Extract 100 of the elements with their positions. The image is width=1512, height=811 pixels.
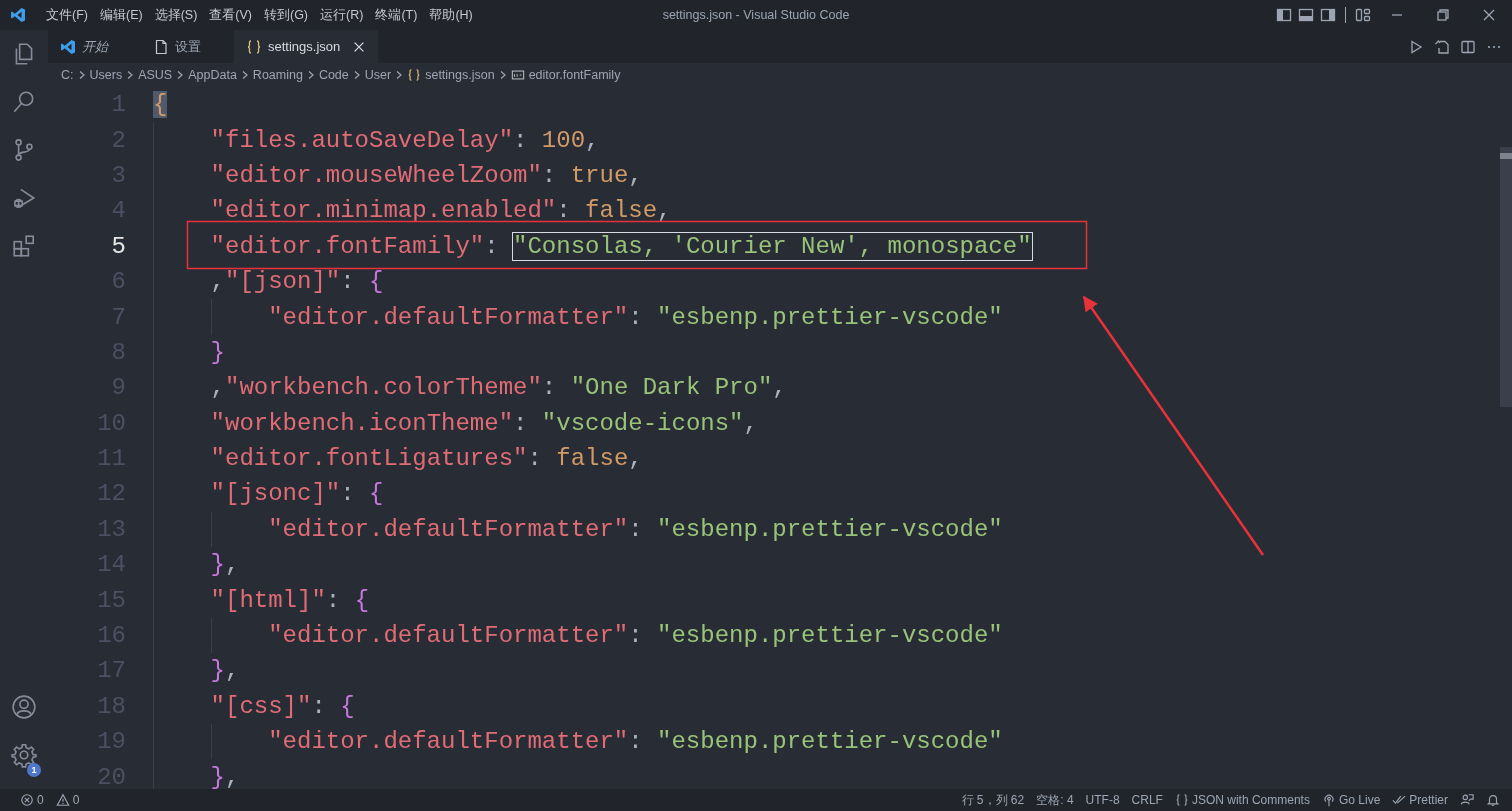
sidebar-toggle-icon[interactable] <box>1276 7 1292 23</box>
menu-item[interactable]: 文件(F) <box>40 6 94 24</box>
code-key: "workbench.colorTheme" <box>225 374 542 402</box>
menu-item[interactable]: 运行(R) <box>314 6 370 24</box>
close-icon[interactable] <box>1481 7 1497 23</box>
code-key: "editor.fontFamily" <box>210 232 485 260</box>
braces-icon[interactable] <box>1174 793 1189 807</box>
status-item[interactable]: JSON with Comments <box>1168 793 1316 807</box>
code-key: "editor.fontLigatures" <box>210 445 528 473</box>
settings-icon[interactable] <box>11 742 37 768</box>
code-value: "vscode-icons" <box>541 409 744 437</box>
brace: } <box>210 763 225 789</box>
punctuation: : <box>340 480 356 508</box>
logo-icon[interactable] <box>10 7 26 23</box>
string-symbol-icon <box>510 68 525 82</box>
double-check-icon[interactable] <box>1392 793 1407 807</box>
punctuation: , <box>225 763 240 789</box>
status-item[interactable]: 行 5，列 62 <box>955 791 1031 809</box>
breadcrumb-item[interactable]: Users <box>89 68 123 82</box>
error-icon[interactable] <box>20 793 34 807</box>
menu-item[interactable]: 转到(G) <box>258 6 315 24</box>
brace: { <box>369 480 384 508</box>
status-item[interactable]: CRLF <box>1125 793 1169 807</box>
code-value: false <box>556 445 629 473</box>
sidebar-toggle-icon[interactable] <box>1320 7 1336 23</box>
breadcrumb-item[interactable]: settings.json <box>425 68 495 82</box>
panel-toggle-icon[interactable] <box>1298 7 1314 23</box>
scrollbar-thumb[interactable] <box>1500 147 1512 407</box>
account-icon[interactable] <box>11 694 37 720</box>
code-key: "[html]" <box>210 586 326 614</box>
breadcrumb-item[interactable]: C: <box>61 68 74 82</box>
code-key: "editor.mouseWheelZoom" <box>210 161 542 189</box>
punctuation: : <box>556 197 572 225</box>
brace: { <box>153 91 168 119</box>
brace: } <box>210 338 225 366</box>
window-title: settings.json - Visual Studio Code <box>662 8 850 22</box>
menu-item[interactable]: 查看(V) <box>203 6 258 24</box>
code-value: "esbenp.prettier-vscode" <box>657 303 1003 331</box>
breadcrumb-item[interactable]: ASUS <box>138 68 173 82</box>
breadcrumb-item[interactable]: editor.fontFamily <box>528 68 621 82</box>
code-key: "editor.defaultFormatter" <box>268 515 629 543</box>
brace: } <box>210 657 225 685</box>
code-key: "[jsonc]" <box>210 480 341 508</box>
code-key: "[css]" <box>210 692 312 720</box>
code-key: "[json]" <box>225 268 341 296</box>
restore-icon[interactable] <box>1435 7 1451 23</box>
status-item[interactable]: 0 <box>14 793 50 807</box>
punctuation: : <box>513 126 529 154</box>
logo-icon <box>60 38 76 55</box>
split-editor-icon[interactable] <box>1460 38 1476 55</box>
code-key: "files.autoSaveDelay" <box>210 126 514 154</box>
open-file-icon[interactable] <box>1434 38 1450 55</box>
punctuation: : <box>513 409 529 437</box>
punctuation: , <box>225 657 240 685</box>
breadcrumb-item[interactable]: Roaming <box>252 68 303 82</box>
status-item[interactable]: 空格: 4 <box>1030 791 1080 809</box>
line-number: 5 <box>110 232 127 260</box>
editor-tab[interactable]: settings.json <box>234 30 379 63</box>
code-value: "One Dark Pro" <box>570 374 773 402</box>
run-icon[interactable] <box>1408 38 1424 55</box>
punctuation: : <box>628 728 644 756</box>
punctuation: : <box>541 374 558 402</box>
warning-icon[interactable] <box>55 793 70 807</box>
broadcast-icon[interactable] <box>1321 793 1336 807</box>
punctuation: : <box>325 586 342 614</box>
menu-item[interactable]: 终端(T) <box>369 6 424 24</box>
status-item[interactable]: 0 <box>49 793 86 807</box>
feedback-icon[interactable] <box>1460 793 1474 807</box>
code-value: true <box>570 161 629 189</box>
brace: { <box>354 586 370 614</box>
punctuation: , <box>210 374 225 402</box>
menu-item[interactable]: 编辑(E) <box>93 6 149 24</box>
extensions-icon[interactable] <box>11 233 37 259</box>
breadcrumb-item[interactable]: User <box>364 68 392 82</box>
bell-icon[interactable] <box>1486 793 1500 807</box>
menu-item[interactable]: 帮助(H) <box>423 6 479 24</box>
scrollbar-marker <box>1500 153 1512 159</box>
breadcrumb-item[interactable]: Code <box>318 68 349 82</box>
code-key: "workbench.iconTheme" <box>210 409 514 437</box>
punctuation: , <box>628 161 643 189</box>
brace: { <box>340 692 355 720</box>
file-icon <box>153 38 169 55</box>
breadcrumb-item[interactable]: AppData <box>188 68 237 82</box>
code-key: "editor.defaultFormatter" <box>268 728 629 756</box>
status-item[interactable]: Prettier <box>1386 793 1454 807</box>
code-key: "editor.defaultFormatter" <box>268 303 629 331</box>
status-item[interactable]: UTF-8 <box>1079 793 1126 807</box>
punctuation: : <box>484 232 500 260</box>
braces-icon <box>246 38 262 55</box>
code-value: false <box>585 197 658 225</box>
menu-item[interactable]: 选择(S) <box>148 6 204 24</box>
punctuation: , <box>225 551 240 579</box>
punctuation: , <box>743 409 758 437</box>
punctuation: , <box>657 197 672 225</box>
layout-icon[interactable] <box>1355 7 1371 23</box>
status-item[interactable]: Go Live <box>1315 793 1387 807</box>
code-key: "editor.defaultFormatter" <box>268 622 629 650</box>
punctuation: , <box>210 268 225 296</box>
punctuation: : <box>628 622 644 650</box>
code-value: "esbenp.prettier-vscode" <box>657 515 1003 543</box>
